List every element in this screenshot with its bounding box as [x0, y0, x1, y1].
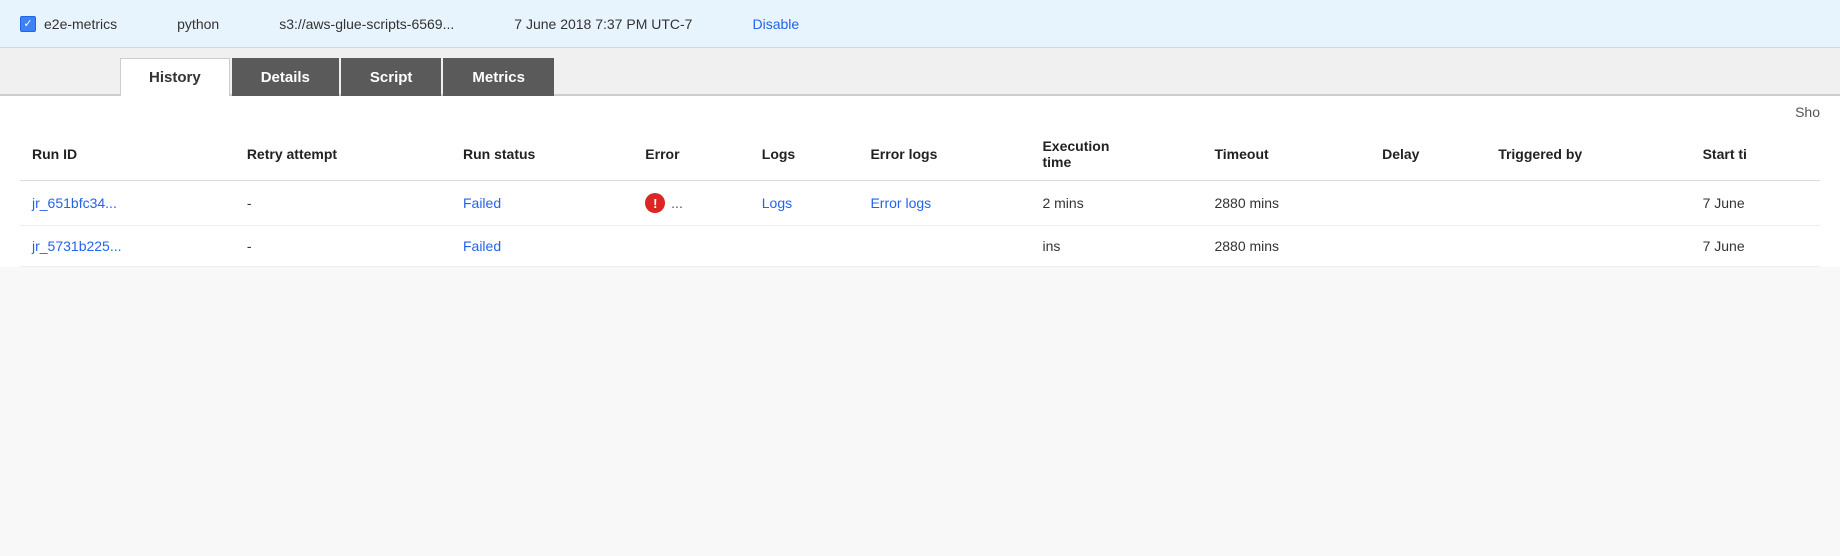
tabs-container: History Details Script Metrics [0, 48, 1840, 96]
col-run-id: Run ID [20, 128, 235, 181]
cell-retry-attempt: - [235, 226, 451, 267]
cell-execution-time: ins [1030, 226, 1202, 267]
job-name-item: ✓ e2e-metrics [20, 16, 117, 32]
job-name: e2e-metrics [44, 16, 117, 32]
col-logs: Logs [750, 128, 859, 181]
cell-timeout: 2880 mins [1202, 181, 1370, 226]
show-row: Sho [0, 96, 1840, 128]
col-error-logs: Error logs [858, 128, 1030, 181]
cell-execution-time: 2 mins [1030, 181, 1202, 226]
cell-delay [1370, 226, 1486, 267]
cell-run-id[interactable]: jr_651bfc34... [20, 181, 235, 226]
col-run-status: Run status [451, 128, 633, 181]
col-delay: Delay [1370, 128, 1486, 181]
col-timeout: Timeout [1202, 128, 1370, 181]
col-start-time: Start ti [1691, 128, 1820, 181]
history-table: Run ID Retry attempt Run status Error Lo… [20, 128, 1820, 267]
cell-run-status[interactable]: Failed [451, 226, 633, 267]
job-checkbox[interactable]: ✓ [20, 16, 36, 32]
tab-metrics[interactable]: Metrics [443, 58, 554, 96]
cell-run-id[interactable]: jr_5731b225... [20, 226, 235, 267]
table-container: Run ID Retry attempt Run status Error Lo… [0, 128, 1840, 267]
date-item: 7 June 2018 7:37 PM UTC-7 [514, 16, 692, 32]
cell-logs[interactable]: Logs [750, 181, 859, 226]
cell-error[interactable]: ! ... [633, 181, 749, 226]
error-icon[interactable]: ! [645, 193, 665, 213]
cell-retry-attempt: - [235, 181, 451, 226]
cell-logs [750, 226, 859, 267]
disable-link[interactable]: Disable [752, 16, 799, 32]
cell-triggered-by [1486, 226, 1690, 267]
col-execution-time: Execution time [1030, 128, 1202, 181]
col-error: Error [633, 128, 749, 181]
script-path-item: s3://aws-glue-scripts-6569... [279, 16, 454, 32]
error-ellipsis: ... [671, 195, 683, 211]
col-retry-attempt: Retry attempt [235, 128, 451, 181]
cell-start-time: 7 June [1691, 226, 1820, 267]
disable-item[interactable]: Disable [752, 16, 799, 32]
date-label: 7 June 2018 7:37 PM UTC-7 [514, 16, 692, 32]
language-item: python [177, 16, 219, 32]
cell-run-status[interactable]: Failed [451, 181, 633, 226]
tab-history[interactable]: History [120, 58, 230, 96]
language-label: python [177, 16, 219, 32]
table-row: jr_5731b225... - Failed Command failed w… [20, 226, 1820, 267]
table-row: jr_651bfc34... - Failed ! ... Logs Error… [20, 181, 1820, 226]
col-triggered-by: Triggered by [1486, 128, 1690, 181]
cell-error[interactable]: Command failed with exit code 1 [633, 226, 749, 267]
cell-error-logs[interactable]: Error logs [858, 181, 1030, 226]
cell-timeout: 2880 mins [1202, 226, 1370, 267]
tab-script[interactable]: Script [341, 58, 442, 96]
tab-details[interactable]: Details [232, 58, 339, 96]
cell-delay [1370, 181, 1486, 226]
show-label: Sho [1795, 104, 1820, 120]
script-path-label: s3://aws-glue-scripts-6569... [279, 16, 454, 32]
cell-error-logs [858, 226, 1030, 267]
top-bar: ✓ e2e-metrics python s3://aws-glue-scrip… [0, 0, 1840, 48]
cell-start-time: 7 June [1691, 181, 1820, 226]
cell-triggered-by [1486, 181, 1690, 226]
